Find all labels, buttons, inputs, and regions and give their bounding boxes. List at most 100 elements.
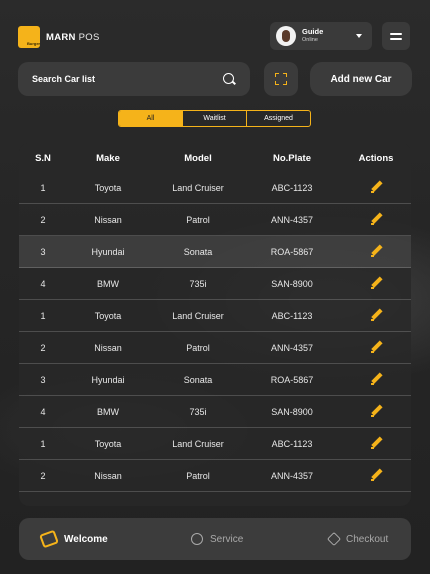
menu-icon-line <box>390 38 402 40</box>
cell-make: Hyundai <box>91 374 125 385</box>
edit-icon <box>370 309 383 322</box>
edit-button[interactable] <box>345 268 407 299</box>
edit-icon <box>370 213 383 226</box>
bottom-nav: Welcome Service Checkout <box>19 518 411 560</box>
header-actions: Actions <box>358 152 394 164</box>
table-row: 3 Hyundai Sonata ROA-5867 <box>19 236 411 268</box>
nav-welcome-label: Welcome <box>64 533 108 545</box>
avatar <box>276 26 296 46</box>
cell-model: Sonata <box>183 246 213 257</box>
table-row: 1 Toyota Land Cruiser ABC-1123 <box>19 428 411 460</box>
brand-name: MARN POS <box>46 32 100 43</box>
edit-button[interactable] <box>345 364 407 395</box>
logo: Burger <box>18 26 40 48</box>
cell-sn: 2 <box>40 214 46 225</box>
edit-icon <box>370 277 383 290</box>
tab-waitlist[interactable]: Waitlist <box>182 111 246 126</box>
cell-plate: ANN-4357 <box>270 214 314 225</box>
search-input[interactable] <box>32 62 212 96</box>
cell-plate: ANN-4357 <box>270 470 314 481</box>
edit-button[interactable] <box>345 428 407 459</box>
table-row: 2 Nissan Patrol ANN-4357 <box>19 460 411 492</box>
tab-all[interactable]: All <box>119 111 182 126</box>
table-row: 1 Toyota Land Cruiser ABC-1123 <box>19 300 411 332</box>
cell-plate: SAN-8900 <box>271 406 313 417</box>
cell-make: Nissan <box>94 214 122 225</box>
nav-service[interactable]: Service <box>191 518 243 560</box>
edit-icon <box>370 373 383 386</box>
table-row: 2 Nissan Patrol ANN-4357 <box>19 204 411 236</box>
edit-button[interactable] <box>345 236 407 267</box>
cell-make: BMW <box>97 406 119 417</box>
search-icon[interactable] <box>223 73 234 84</box>
cell-sn: 2 <box>40 470 46 481</box>
edit-icon <box>370 181 383 194</box>
header-make: Make <box>96 152 120 164</box>
cell-sn: 3 <box>40 374 46 385</box>
edit-button[interactable] <box>345 396 407 427</box>
edit-icon <box>370 341 383 354</box>
table-row: 3 Hyundai Sonata ROA-5867 <box>19 364 411 396</box>
header-sn: S.N <box>35 152 51 164</box>
menu-icon <box>390 33 402 35</box>
brand-name-rest: POS <box>75 32 100 43</box>
cell-sn: 3 <box>40 246 46 257</box>
scan-button[interactable] <box>264 62 298 96</box>
header-plate: No.Plate <box>272 152 311 164</box>
wrench-icon <box>191 533 203 545</box>
logo-tag: Burger <box>27 41 41 46</box>
cell-make: Hyundai <box>91 246 125 257</box>
car-table: S.N Make Model No.Plate Actions 1 Toyota… <box>19 143 411 506</box>
header-model: Model <box>184 152 212 164</box>
edit-button[interactable] <box>345 172 407 203</box>
edit-icon <box>370 469 383 482</box>
user-menu[interactable]: Guide Online <box>270 22 372 50</box>
cell-model: Patrol <box>186 470 210 481</box>
edit-button[interactable] <box>345 204 407 235</box>
nav-welcome[interactable]: Welcome <box>39 518 108 560</box>
cell-plate: ANN-4357 <box>270 342 314 353</box>
nav-checkout-label: Checkout <box>346 533 389 545</box>
table-row: 1 Toyota Land Cruiser ABC-1123 <box>19 172 411 204</box>
handshake-icon <box>39 529 59 549</box>
top-bar: Burger MARN POS Guide Online <box>18 22 412 52</box>
cell-make: Nissan <box>94 470 122 481</box>
cell-sn: 1 <box>40 182 46 193</box>
tab-assigned[interactable]: Assigned <box>246 111 310 126</box>
table-row: 2 Nissan Patrol ANN-4357 <box>19 332 411 364</box>
table-header: S.N Make Model No.Plate Actions <box>19 143 411 173</box>
filter-tabs: All Waitlist Assigned <box>118 110 311 127</box>
menu-button[interactable] <box>382 22 410 50</box>
edit-button[interactable] <box>345 460 407 491</box>
cell-sn: 1 <box>40 310 46 321</box>
brand-name-bold: MARN <box>46 32 76 43</box>
nav-checkout[interactable]: Checkout <box>326 518 389 560</box>
cell-model: Patrol <box>186 214 210 225</box>
cell-model: Patrol <box>186 342 210 353</box>
nav-service-label: Service <box>210 533 244 545</box>
cell-make: BMW <box>97 278 119 289</box>
cell-make: Toyota <box>94 438 122 449</box>
table-row: 4 BMW 735i SAN-8900 <box>19 396 411 428</box>
edit-icon <box>370 405 383 418</box>
cell-model: Land Cruiser <box>172 438 224 449</box>
edit-button[interactable] <box>345 332 407 363</box>
user-name: Guide <box>302 27 324 36</box>
cell-model: Sonata <box>183 374 213 385</box>
edit-button[interactable] <box>345 300 407 331</box>
user-status: Online <box>302 37 318 43</box>
cell-model: 735i <box>189 406 207 417</box>
edit-icon <box>370 437 383 450</box>
tag-icon <box>326 531 342 547</box>
search-bar <box>18 62 250 96</box>
table-row: 4 BMW 735i SAN-8900 <box>19 268 411 300</box>
cell-make: Toyota <box>94 182 122 193</box>
cell-sn: 4 <box>40 278 46 289</box>
chevron-down-icon[interactable] <box>356 34 362 38</box>
cell-make: Toyota <box>94 310 122 321</box>
cell-plate: ROA-5867 <box>270 374 314 385</box>
cell-model: 735i <box>189 278 207 289</box>
cell-plate: ABC-1123 <box>271 310 313 321</box>
add-new-car-button[interactable]: Add new Car <box>310 62 412 96</box>
cell-plate: SAN-8900 <box>271 278 313 289</box>
